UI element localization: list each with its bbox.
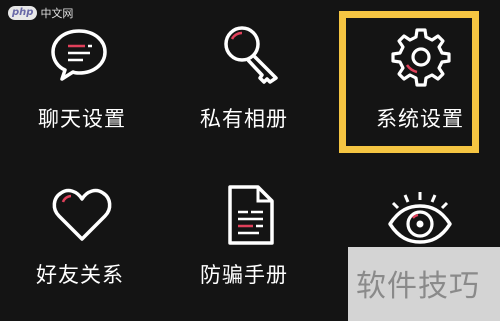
menu-item-chat-settings[interactable]: 聊天设置 (0, 0, 166, 160)
document-icon (228, 185, 274, 245)
watermark-text: 软件技巧 (356, 269, 480, 304)
watermark-badge: php (8, 6, 38, 20)
menu-item-label: 好友关系 (36, 263, 124, 287)
watermark-logo: php 中文网 (4, 4, 77, 22)
menu-item-friend-relations[interactable]: 好友关系 (0, 160, 166, 321)
eye-icon (388, 192, 452, 244)
menu-item-label: 聊天设置 (38, 107, 126, 131)
watermark-site-name: 中文网 (40, 7, 74, 20)
menu-item-label: 防骗手册 (200, 263, 288, 287)
menu-item-label: 私有相册 (200, 107, 288, 131)
menu-item-anti-fraud-guide[interactable]: 防骗手册 (166, 160, 334, 321)
key-icon (224, 26, 278, 84)
chat-bubble-icon (51, 29, 107, 81)
menu-item-private-album[interactable]: 私有相册 (166, 0, 334, 160)
selection-highlight (339, 11, 479, 153)
heart-icon (52, 188, 112, 241)
